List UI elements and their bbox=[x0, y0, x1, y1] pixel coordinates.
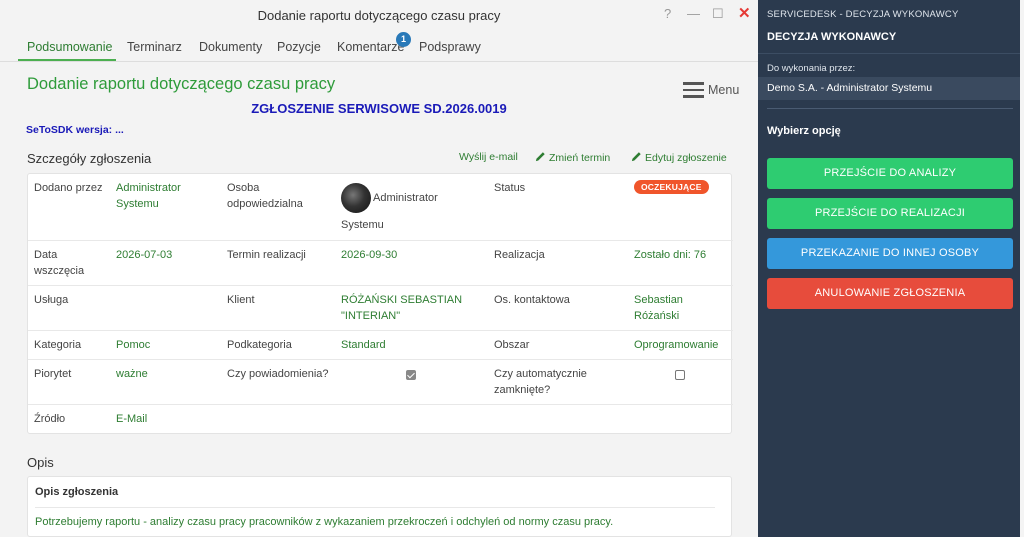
realization-label: Realizacja bbox=[494, 249, 545, 261]
menu-label: Menu bbox=[708, 83, 740, 97]
tab-podsumowanie[interactable]: Podsumowanie bbox=[27, 40, 112, 54]
owner-value-line1: Administrator bbox=[373, 192, 438, 204]
description-card: Opis zgłoszenia Potrzebujemy raportu - a… bbox=[27, 476, 732, 537]
sidebar-title: DECYZJA WYKONAWCY bbox=[767, 31, 897, 43]
menu-button[interactable]: Menu bbox=[683, 81, 739, 99]
source-label: Źródło bbox=[34, 413, 66, 425]
pencil-icon bbox=[535, 152, 545, 162]
choose-option-label: Wybierz opcję bbox=[767, 125, 841, 137]
contact-label: Os. kontaktowa bbox=[494, 294, 570, 306]
decision-sidebar: SERVICEDESK - DECYZJA WYKONAWCY DECYZJA … bbox=[758, 0, 1020, 537]
tab-pozycje[interactable]: Pozycje bbox=[277, 40, 321, 54]
reassign-button[interactable]: PRZEKAZANIE DO INNEJ OSOBY bbox=[767, 238, 1013, 269]
autoclose-label-line2: zamknięte? bbox=[494, 384, 551, 396]
status-badge: OCZEKUJĄCE bbox=[634, 180, 709, 194]
help-icon[interactable]: ? bbox=[664, 6, 671, 21]
tab-terminarz[interactable]: Terminarz bbox=[127, 40, 182, 54]
added-by-value-line2: Systemu bbox=[116, 198, 159, 210]
start-date-value: 2026-07-03 bbox=[116, 249, 173, 261]
start-date-label-line1: Data bbox=[34, 249, 58, 261]
page-title: Dodanie raportu dotyczącego czasu pracy bbox=[27, 75, 336, 93]
cancel-ticket-button[interactable]: ANULOWANIE ZGŁOSZENIA bbox=[767, 278, 1013, 309]
owner-label-line1: Osoba bbox=[227, 182, 260, 194]
assignee-label: Do wykonania przez: bbox=[767, 63, 856, 74]
contact-value-line2: Różański bbox=[634, 310, 680, 322]
close-icon[interactable]: ✕ bbox=[738, 4, 751, 22]
priority-value: ważne bbox=[116, 368, 148, 380]
assignee-value: Demo S.A. - Administrator Systemu bbox=[758, 77, 1020, 100]
owner-label-line2: odpowiedzialna bbox=[227, 198, 303, 210]
tab-podsprawy[interactable]: Podsprawy bbox=[419, 40, 481, 54]
contact-value-line1: Sebastian bbox=[634, 294, 683, 306]
realization-value: Zostało dni: 76 bbox=[634, 249, 707, 261]
description-card-title: Opis zgłoszenia bbox=[35, 486, 119, 498]
category-label: Kategoria bbox=[34, 339, 82, 351]
window-titlebar: Dodanie raportu dotyczącego czasu pracy … bbox=[0, 0, 758, 30]
area-label: Obszar bbox=[494, 339, 530, 351]
edit-ticket-label: Edytuj zgłoszenie bbox=[645, 152, 727, 164]
edit-ticket-link[interactable]: Edytuj zgłoszenie bbox=[631, 151, 727, 164]
notify-checkbox[interactable] bbox=[406, 370, 416, 380]
maximize-icon[interactable]: ☐ bbox=[712, 6, 724, 22]
ticket-number: ZGŁOSZENIE SERWISOWE SD.2026.0019 bbox=[251, 101, 507, 116]
start-date-label-line2: wszczęcia bbox=[34, 265, 85, 277]
background-edge bbox=[1020, 0, 1024, 537]
client-label: Klient bbox=[227, 294, 255, 306]
sdk-version: SeToSDK wersja: ... bbox=[26, 124, 124, 136]
tab-divider bbox=[0, 61, 758, 62]
client-value-line1: RÓŻAŃSKI SEBASTIAN bbox=[341, 294, 463, 306]
category-value: Pomoc bbox=[116, 339, 151, 351]
added-by-value-line1: Administrator bbox=[116, 182, 181, 194]
autoclose-label-line1: Czy automatycznie bbox=[494, 368, 587, 380]
change-date-link[interactable]: Zmień termin bbox=[535, 151, 610, 164]
subcategory-label: Podkategoria bbox=[227, 339, 292, 351]
client-value-line2: "INTERIAN" bbox=[341, 310, 401, 322]
area-value: Oprogramowanie bbox=[634, 339, 719, 351]
change-date-label: Zmień termin bbox=[549, 152, 611, 164]
source-value: E-Mail bbox=[116, 413, 148, 425]
notify-label: Czy powiadomienia? bbox=[227, 368, 329, 380]
main-panel: Dodanie raportu dotyczącego czasu pracy … bbox=[0, 0, 758, 537]
subcategory-value: Standard bbox=[341, 339, 386, 351]
minimize-icon[interactable]: — bbox=[687, 6, 700, 21]
sidebar-header: SERVICEDESK - DECYZJA WYKONAWCY bbox=[767, 9, 959, 20]
description-text: Potrzebujemy raportu - analizy czasu pra… bbox=[35, 516, 614, 528]
hamburger-icon bbox=[683, 82, 704, 98]
go-to-realization-button[interactable]: PRZEJŚCIE DO REALIZACJI bbox=[767, 198, 1013, 229]
go-to-analysis-button[interactable]: PRZEJŚCIE DO ANALIZY bbox=[767, 158, 1013, 189]
owner-value-line2: Systemu bbox=[341, 219, 384, 231]
autoclose-checkbox[interactable] bbox=[675, 370, 685, 380]
status-label: Status bbox=[494, 182, 526, 194]
deadline-value: 2026-09-30 bbox=[341, 249, 398, 261]
service-label: Usługa bbox=[34, 294, 69, 306]
avatar bbox=[341, 183, 371, 213]
window-title: Dodanie raportu dotyczącego czasu pracy bbox=[257, 8, 501, 23]
deadline-label: Termin realizacji bbox=[227, 249, 306, 261]
priority-label: Piorytet bbox=[34, 368, 72, 380]
added-by-label: Dodano przez bbox=[34, 182, 103, 194]
description-heading: Opis bbox=[27, 455, 54, 470]
details-card: Dodano przez Administrator Systemu Osoba… bbox=[27, 173, 733, 434]
comments-count-badge: 1 bbox=[396, 32, 411, 47]
tab-dokumenty[interactable]: Dokumenty bbox=[199, 40, 262, 54]
pencil-icon bbox=[631, 152, 641, 162]
tab-komentarze[interactable]: Komentarze bbox=[337, 40, 404, 54]
send-email-link[interactable]: Wyślij e-mail bbox=[459, 151, 518, 163]
details-heading: Szczegóły zgłoszenia bbox=[27, 151, 152, 166]
